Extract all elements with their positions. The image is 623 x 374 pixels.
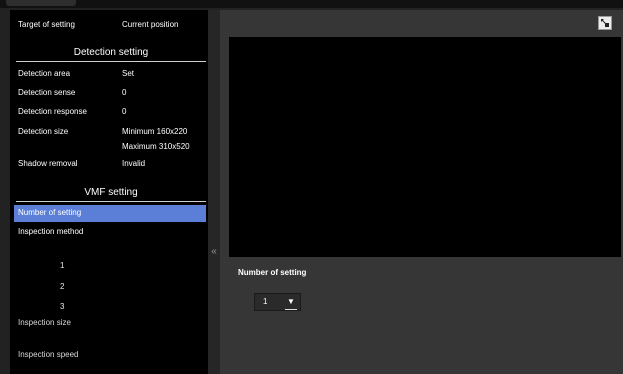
- detection-area-row[interactable]: Detection area Set: [10, 66, 208, 82]
- select-value: 1: [263, 297, 268, 306]
- vmf-setting-title: VMF setting: [16, 185, 206, 202]
- shadow-removal-value: Invalid: [122, 159, 146, 168]
- detection-size-label: Detection size: [18, 127, 69, 136]
- detection-response-row[interactable]: Detection response 0: [10, 104, 208, 120]
- detection-size-row[interactable]: Detection size Minimum 160x220 Maximum 3…: [10, 124, 208, 156]
- number-of-setting-row[interactable]: Number of setting: [14, 205, 206, 222]
- method-number-2[interactable]: 2: [60, 280, 80, 294]
- target-of-setting-label: Target of setting: [18, 20, 75, 29]
- panel-divider: «: [208, 10, 220, 374]
- tab-edge: [6, 0, 76, 6]
- detection-sense-value: 0: [122, 88, 127, 97]
- target-of-setting-value[interactable]: Current position: [122, 17, 178, 33]
- video-preview[interactable]: [229, 37, 621, 257]
- detection-area-value: Set: [122, 69, 135, 78]
- detection-response-value: 0: [122, 107, 127, 116]
- inspection-speed-row[interactable]: Inspection speed: [10, 347, 208, 363]
- detection-area-label: Detection area: [18, 69, 71, 78]
- inspection-method-label: Inspection method: [18, 227, 84, 236]
- number-of-setting-heading: Number of setting: [238, 268, 307, 277]
- settings-panel: Target of setting Current position Detec…: [10, 10, 208, 374]
- inspection-speed-label: Inspection speed: [18, 350, 79, 359]
- detection-response-label: Detection response: [18, 107, 87, 116]
- inspection-size-label: Inspection size: [18, 318, 71, 327]
- collapse-left-icon[interactable]: «: [208, 246, 220, 258]
- shadow-removal-row[interactable]: Shadow removal Invalid: [10, 156, 208, 172]
- method-number-3[interactable]: 3: [60, 300, 80, 314]
- number-of-setting-select[interactable]: 1 ▼: [254, 293, 301, 311]
- shadow-removal-label: Shadow removal: [18, 159, 78, 168]
- expand-button[interactable]: [598, 16, 612, 30]
- target-of-setting-row: Target of setting Current position: [10, 17, 208, 33]
- app-window: Target of setting Current position Detec…: [0, 0, 623, 374]
- detection-sense-label: Detection sense: [18, 88, 76, 97]
- inspection-method-row[interactable]: Inspection method: [10, 224, 208, 240]
- expand-icon: [600, 18, 610, 28]
- number-of-setting-label: Number of setting: [18, 208, 82, 217]
- inspection-size-row[interactable]: Inspection size: [10, 315, 208, 331]
- detection-setting-title: Detection setting: [16, 45, 206, 62]
- detection-sense-row[interactable]: Detection sense 0: [10, 85, 208, 101]
- preview-panel: Number of setting 1 ▼: [220, 10, 623, 374]
- top-strip: [0, 0, 623, 8]
- detection-size-maximum: Maximum 310x520: [122, 142, 190, 151]
- method-number-1[interactable]: 1: [60, 259, 80, 273]
- chevron-down-icon[interactable]: ▼: [285, 296, 297, 310]
- detection-size-minimum: Minimum 160x220: [122, 127, 188, 136]
